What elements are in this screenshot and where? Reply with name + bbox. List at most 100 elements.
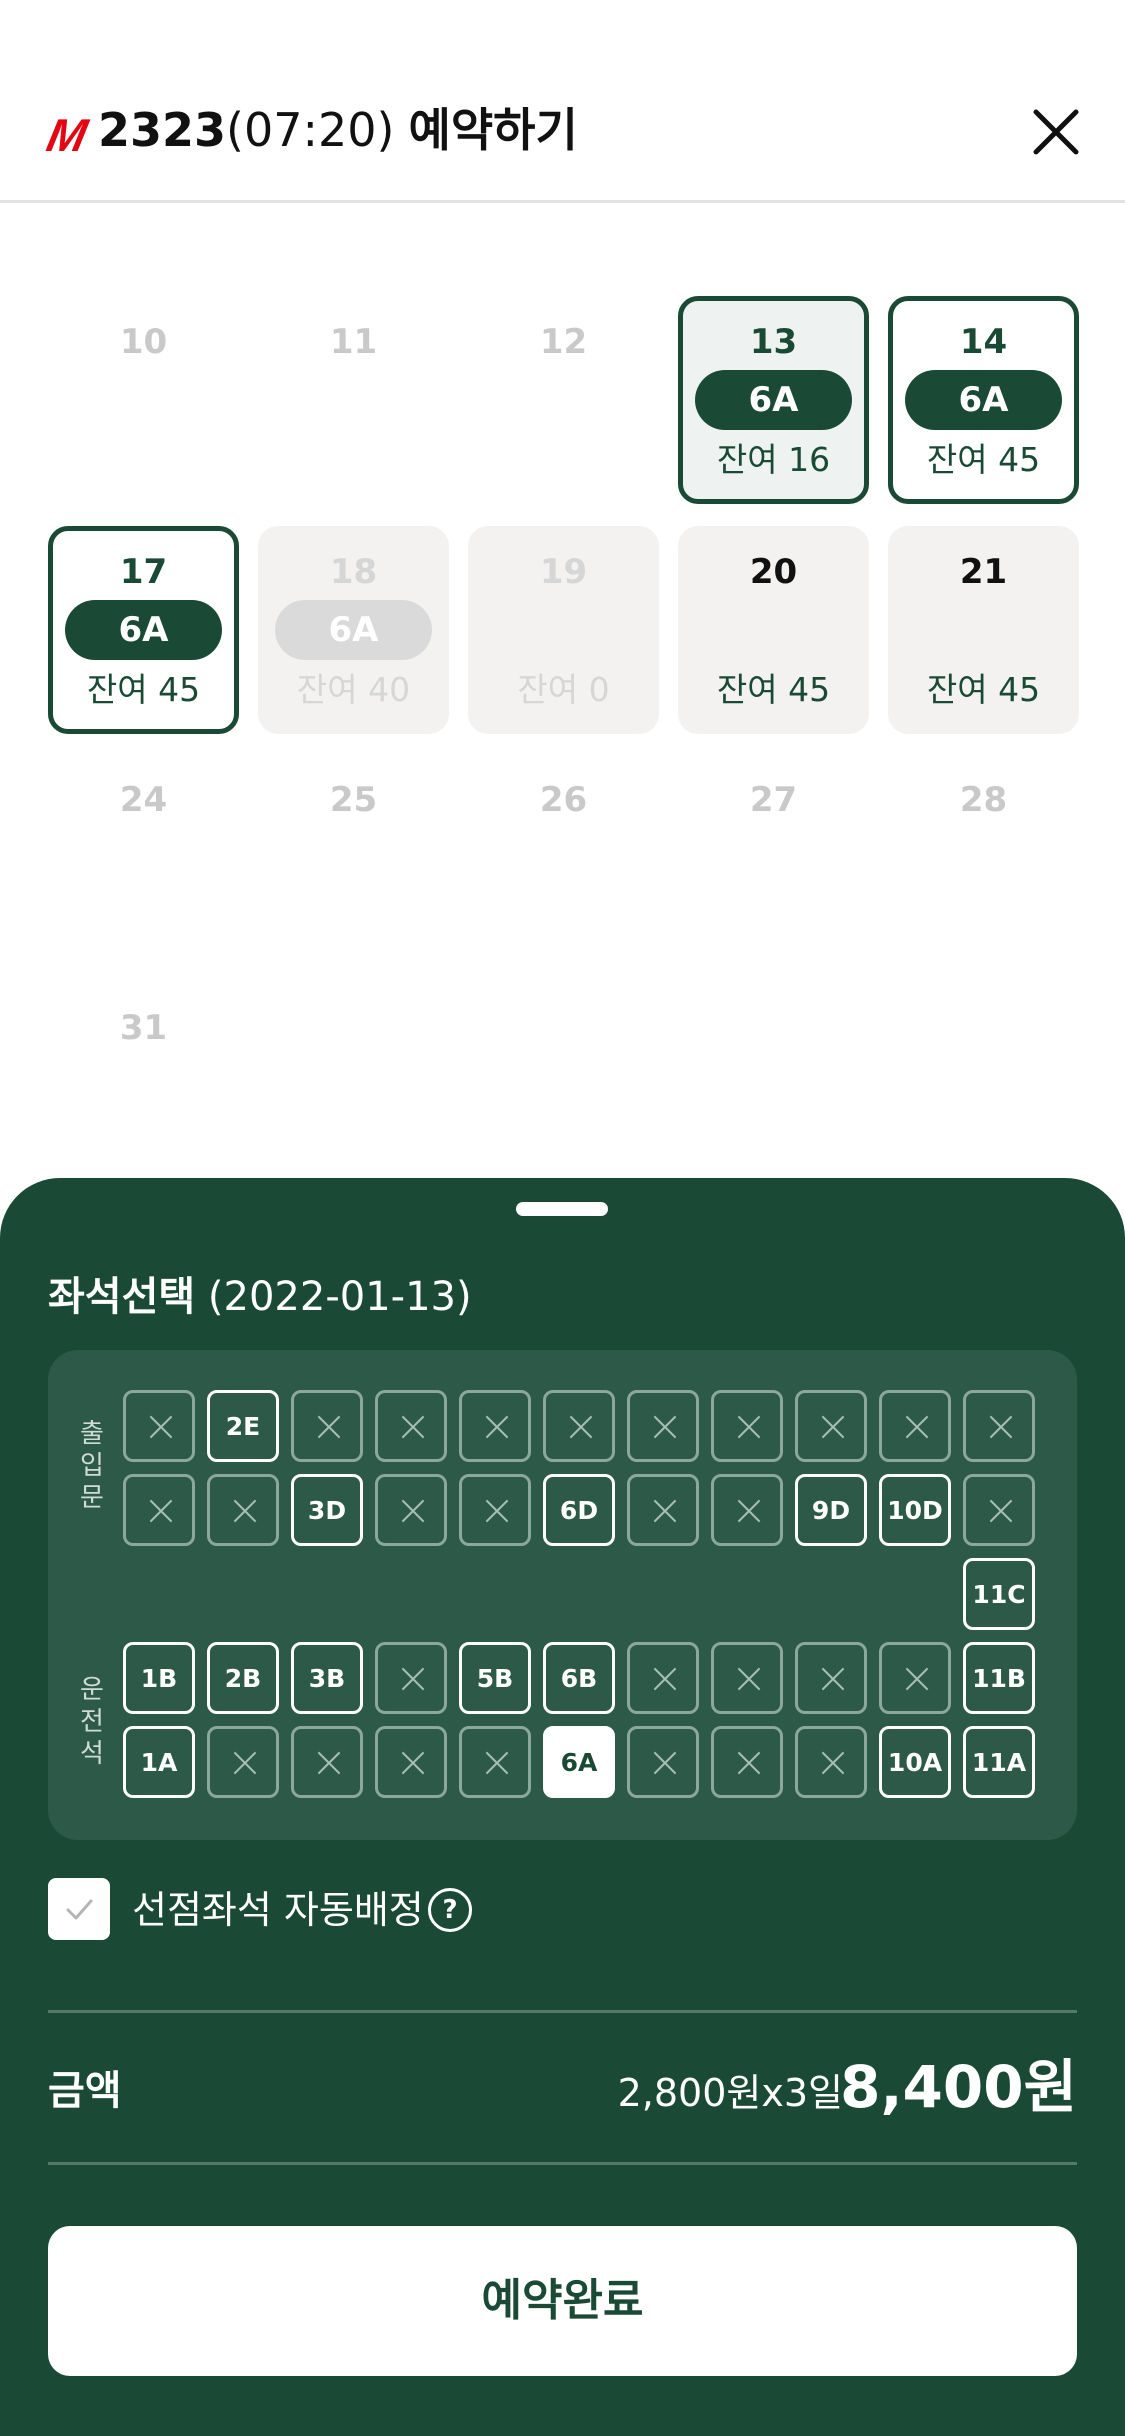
title-label: 예약하기 — [408, 103, 578, 157]
calendar-day-21[interactable]: 21 잔여 45 — [888, 526, 1079, 734]
calendar-day-number: 18 — [329, 552, 378, 592]
calendar-day-25: 25 — [258, 754, 449, 962]
seat-1b[interactable]: 1B — [123, 1642, 195, 1714]
seat-unavailable — [375, 1390, 447, 1462]
seat-unavailable — [375, 1474, 447, 1546]
m-logo: M — [42, 109, 89, 161]
close-icon — [1033, 109, 1079, 155]
header: M 2323(07:20) 예약하기 — [0, 0, 1125, 203]
seat-unavailable — [375, 1726, 447, 1798]
seat-2e[interactable]: 2E — [207, 1390, 279, 1462]
calendar-day-11: 11 — [258, 296, 449, 504]
calendar-seat-badge: 6A — [695, 370, 852, 430]
seat-11c[interactable]: 11C — [963, 1558, 1035, 1630]
seat-unavailable — [963, 1390, 1035, 1462]
seat-unavailable — [963, 1474, 1035, 1546]
calendar-remaining-seats: 잔여 40 — [296, 670, 411, 709]
seat-unavailable — [627, 1726, 699, 1798]
calendar-day-number: 20 — [749, 552, 798, 592]
calendar-day-18: 18 6A 잔여 40 — [258, 526, 449, 734]
seat-11b[interactable]: 11B — [963, 1642, 1035, 1714]
auto-assign-row: 선점좌석 자동배정 ? — [48, 1878, 648, 1942]
calendar-day-17[interactable]: 17 6A 잔여 45 — [48, 526, 239, 734]
seat-unavailable — [291, 1390, 363, 1462]
calendar-day-number: 14 — [959, 322, 1008, 362]
seat-6d[interactable]: 6D — [543, 1474, 615, 1546]
seat-unavailable — [711, 1642, 783, 1714]
seat-unavailable — [795, 1726, 867, 1798]
seat-9d[interactable]: 9D — [795, 1474, 867, 1546]
reserve-complete-button[interactable]: 예약완료 — [48, 2226, 1077, 2376]
seat-unavailable — [123, 1474, 195, 1546]
seat-11a[interactable]: 11A — [963, 1726, 1035, 1798]
seat-selection-date: (2022-01-13) — [207, 1274, 472, 1320]
seat-unavailable — [879, 1642, 951, 1714]
calendar-day-13[interactable]: 13 6A 잔여 16 — [678, 296, 869, 504]
driver-seat-label: 운 전 석 — [80, 1675, 104, 1769]
departure-time: (07:20) — [226, 103, 395, 157]
seat-unavailable — [795, 1390, 867, 1462]
calendar-day-number: 11 — [329, 322, 378, 362]
price-total: 8,400원 — [840, 2053, 1077, 2121]
calendar-remaining-seats: 잔여 45 — [926, 670, 1041, 709]
divider-top — [48, 2010, 1077, 2013]
calendar-seat-badge: 6A — [65, 600, 222, 660]
seat-unavailable — [459, 1726, 531, 1798]
calendar-day-number: 27 — [749, 780, 798, 820]
seat-10d[interactable]: 10D — [879, 1474, 951, 1546]
seat-unavailable — [123, 1390, 195, 1462]
calendar-remaining-seats: 잔여 45 — [716, 670, 831, 709]
seat-10a[interactable]: 10A — [879, 1726, 951, 1798]
seat-map: 출 입 문 운 전 석 2E 3D 6D 9D 10D 11C 1B 2B 3B 5B 6B 11B 1… — [48, 1350, 1077, 1840]
seat-6b[interactable]: 6B — [543, 1642, 615, 1714]
seat-unavailable — [543, 1390, 615, 1462]
price-label: 금액 — [48, 2068, 122, 2114]
calendar-day-number: 17 — [119, 552, 168, 592]
calendar-remaining-seats: 잔여 0 — [517, 670, 610, 709]
calendar-day-number: 25 — [329, 780, 378, 820]
calendar-day-number: 19 — [539, 552, 588, 592]
seat-unavailable — [627, 1474, 699, 1546]
seat-unavailable — [711, 1726, 783, 1798]
calendar-remaining-seats: 잔여 45 — [86, 670, 201, 709]
seat-unavailable — [459, 1474, 531, 1546]
calendar-seat-badge: 6A — [275, 600, 432, 660]
calendar-remaining-seats: 잔여 16 — [716, 440, 831, 479]
seat-3d[interactable]: 3D — [291, 1474, 363, 1546]
calendar-day-number: 13 — [749, 322, 798, 362]
seat-unavailable — [291, 1726, 363, 1798]
calendar-day-12: 12 — [468, 296, 659, 504]
seat-unavailable — [207, 1474, 279, 1546]
seat-1a[interactable]: 1A — [123, 1726, 195, 1798]
seat-2b[interactable]: 2B — [207, 1642, 279, 1714]
seat-unavailable — [711, 1390, 783, 1462]
sheet-handle[interactable] — [516, 1202, 608, 1216]
reservation-screen: M 2323(07:20) 예약하기 10 11 12 13 6A 잔여 16 14 6A 잔여 … — [0, 0, 1125, 2436]
calendar-day-27: 27 — [678, 754, 869, 962]
seat-unavailable — [711, 1474, 783, 1546]
calendar-day-14[interactable]: 14 6A 잔여 45 — [888, 296, 1079, 504]
seat-6a[interactable]: 6A — [543, 1726, 615, 1798]
seat-unavailable — [795, 1642, 867, 1714]
help-icon[interactable]: ? — [428, 1888, 472, 1932]
close-button[interactable] — [1026, 102, 1086, 162]
calendar-day-20[interactable]: 20 잔여 45 — [678, 526, 869, 734]
seat-unavailable — [375, 1642, 447, 1714]
entrance-label: 출 입 문 — [80, 1419, 104, 1513]
check-icon — [66, 1899, 93, 1920]
seat-selection-sheet: 좌석선택 (2022-01-13) 출 입 문 운 전 석 2E 3D 6D 9D 10… — [0, 1178, 1125, 2436]
auto-assign-label: 선점좌석 자동배정 — [132, 1888, 424, 1932]
auto-assign-checkbox[interactable] — [48, 1878, 110, 1940]
calendar-day-10: 10 — [48, 296, 239, 504]
calendar-day-number: 31 — [119, 1008, 168, 1048]
seat-3b[interactable]: 3B — [291, 1642, 363, 1714]
divider-bottom — [48, 2162, 1077, 2165]
seat-selection-label: 좌석선택 — [48, 1274, 196, 1320]
calendar-day-28: 28 — [888, 754, 1079, 962]
seat-5b[interactable]: 5B — [459, 1642, 531, 1714]
page-title: 2323(07:20) 예약하기 — [98, 100, 578, 160]
calendar-day-number: 28 — [959, 780, 1008, 820]
calendar-day-31: 31 — [48, 982, 239, 1190]
seat-selection-title: 좌석선택 (2022-01-13) — [48, 1264, 472, 1322]
price-breakdown: 2,800원x3일 — [617, 2071, 843, 2115]
